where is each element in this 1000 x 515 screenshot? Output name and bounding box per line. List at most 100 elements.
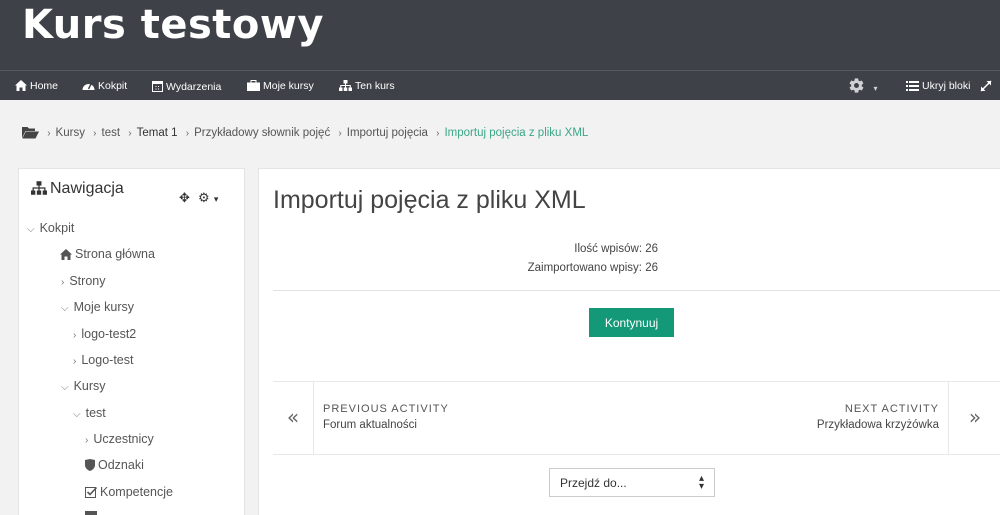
nav-tree-label: Uczestnicy — [93, 432, 154, 446]
divider — [273, 290, 1000, 291]
previous-activity-link[interactable]: Forum aktualności — [323, 419, 417, 431]
chevron-down-icon: ⌵ — [61, 303, 69, 314]
jump-to-value: Przejdź do... — [560, 476, 627, 490]
settings-menu-toggle[interactable]: ▾ — [848, 77, 878, 94]
nav-tree-label: Logo-test — [81, 353, 134, 367]
sitemap-icon — [339, 80, 352, 91]
breadcrumb-separator: › — [338, 128, 342, 139]
next-activity-label: NEXT ACTIVITY — [844, 403, 939, 415]
hide-blocks-label: Ukryj bloki — [922, 80, 971, 92]
nav-tree-item-strony[interactable]: › Strony — [61, 274, 105, 288]
double-chevron-left-icon: « — [286, 405, 300, 429]
navigation-block: Nawigacja ✥ ⚙ ▾ ⌵ Kokpit Strona główna › S… — [18, 168, 245, 515]
briefcase-icon — [247, 80, 260, 91]
double-chevron-right-icon: » — [968, 405, 982, 429]
nav-tree-item-moje-kursy[interactable]: ⌵ Moje kursy — [61, 300, 134, 314]
chevron-down-icon: ⌵ — [61, 382, 69, 393]
nav-home-link[interactable]: Home — [15, 80, 58, 92]
nav-moje-kursy-label: Moje kursy — [263, 80, 314, 92]
breadcrumb-current[interactable]: Importuj pojęcia z pliku XML — [444, 127, 588, 139]
nav-tree-item-logo-test2[interactable]: › logo-test2 — [73, 327, 136, 341]
nav-tree-label: test — [85, 406, 106, 420]
nav-tree-item-uczestnicy[interactable]: › Uczestnicy — [85, 432, 154, 446]
activity-navigation: « PREVIOUS ACTIVITY Forum aktualności NE… — [273, 381, 1000, 455]
chevron-down-icon: ⌵ — [73, 409, 81, 420]
breadcrumb-separator: › — [185, 128, 190, 139]
checkbox-icon — [85, 486, 98, 498]
page-header: Kurs testowy Home Kokpit Wydarzenia Moje… — [0, 0, 1000, 100]
breadcrumb-item[interactable]: Kursy — [56, 127, 85, 139]
nav-home-label: Home — [30, 80, 59, 92]
nav-tree-item-kompetencje[interactable]: Kompetencje — [85, 485, 173, 499]
nav-ten-kurs-link[interactable]: Ten kurs — [339, 80, 395, 92]
next-activity-link[interactable]: Przykładowa krzyżówka — [817, 419, 939, 431]
hide-blocks-button[interactable]: Ukryj bloki — [906, 80, 970, 92]
nav-kokpit-label: Kokpit — [98, 80, 128, 92]
nav-tree-item-kursy[interactable]: ⌵ Kursy — [61, 379, 106, 393]
main-content: Importuj pojęcia z pliku XML Ilość wpisó… — [258, 168, 1000, 515]
nav-tree-item-logo-test[interactable]: › Logo-test — [73, 353, 133, 367]
nav-tree-label: Kokpit — [39, 221, 75, 235]
nav-tree-label: Moje kursy — [73, 300, 135, 314]
chevron-down-icon[interactable]: ▾ — [214, 195, 219, 205]
breadcrumb-separator: › — [128, 128, 132, 139]
navbar: Home Kokpit Wydarzenia Moje kursy Ten ku… — [0, 70, 1000, 100]
nav-tree-item-partial[interactable] — [85, 510, 100, 515]
continue-button[interactable]: Kontynuuj — [589, 308, 674, 337]
chevron-right-icon: › — [85, 435, 89, 446]
calendar-icon — [152, 81, 163, 92]
nav-ten-kurs-label: Ten kurs — [355, 80, 395, 92]
chevron-right-icon: › — [73, 330, 77, 341]
chevron-down-icon: ▾ — [873, 84, 878, 93]
folder-open-icon[interactable] — [22, 126, 39, 139]
breadcrumb: › Kursy › test › Temat 1 › Przykładowy słown… — [22, 126, 588, 139]
nav-tree-label: Strony — [69, 274, 106, 288]
next-activity-arrow[interactable]: » — [948, 382, 1000, 454]
nav-moje-kursy-link[interactable]: Moje kursy — [247, 80, 314, 92]
navigation-block-label: Nawigacja — [50, 180, 124, 197]
navigation-block-title: Nawigacja — [31, 180, 124, 198]
grid-icon — [85, 511, 97, 515]
nav-tree-label: Strona główna — [75, 247, 155, 261]
nav-tree-item-kokpit[interactable]: ⌵ Kokpit — [27, 221, 74, 235]
entries-count: Ilość wpisów: 26 — [574, 243, 658, 255]
previous-activity-label: PREVIOUS ACTIVITY — [323, 403, 449, 415]
breadcrumb-item[interactable]: Przykładowy słownik pojęć — [194, 127, 330, 139]
nav-tree-item-odznaki[interactable]: Odznaki — [85, 458, 144, 472]
fullscreen-button[interactable] — [980, 80, 995, 93]
breadcrumb-item[interactable]: Temat 1 — [137, 127, 178, 139]
imported-count: Zaimportowano wpisy: 26 — [527, 262, 658, 274]
chevron-down-icon: ⌵ — [27, 224, 35, 235]
block-controls: ✥ ⚙ ▾ — [179, 191, 218, 206]
list-icon — [906, 81, 919, 91]
site-title[interactable]: Kurs testowy — [22, 2, 324, 48]
gear-icon — [849, 78, 864, 93]
nav-wydarzenia-label: Wydarzenia — [166, 81, 222, 93]
dashboard-icon — [82, 83, 95, 90]
breadcrumb-separator: › — [93, 128, 97, 139]
breadcrumb-item[interactable]: test — [102, 127, 121, 139]
expand-icon — [980, 80, 992, 92]
breadcrumb-item[interactable]: Importuj pojęcia — [347, 127, 428, 139]
nav-kokpit-link[interactable]: Kokpit — [82, 80, 127, 92]
move-icon[interactable]: ✥ — [179, 191, 190, 206]
home-icon — [60, 249, 72, 260]
nav-tree-item-test[interactable]: ⌵ test — [73, 406, 106, 420]
chevron-right-icon: › — [61, 277, 65, 288]
previous-activity-arrow[interactable]: « — [273, 382, 314, 454]
sort-arrows-icon: ▴ ▾ — [698, 473, 704, 492]
gear-icon[interactable]: ⚙ — [198, 191, 210, 206]
breadcrumb-separator: › — [47, 128, 51, 139]
nav-tree-item-strona-glowna[interactable]: Strona główna — [60, 247, 155, 261]
nav-wydarzenia-link[interactable]: Wydarzenia — [152, 80, 221, 93]
page-title: Importuj pojęcia z pliku XML — [273, 186, 586, 214]
chevron-right-icon: › — [73, 356, 77, 367]
nav-tree-label: Kompetencje — [100, 485, 173, 499]
nav-tree-label: Odznaki — [98, 458, 144, 472]
breadcrumb-separator: › — [436, 128, 440, 139]
nav-tree-label: logo-test2 — [81, 327, 137, 341]
home-icon — [15, 80, 27, 91]
jump-to-select[interactable]: Przejdź do... ▴ ▾ — [549, 468, 715, 497]
sitemap-icon — [31, 181, 47, 195]
nav-tree-label: Kursy — [73, 379, 106, 393]
